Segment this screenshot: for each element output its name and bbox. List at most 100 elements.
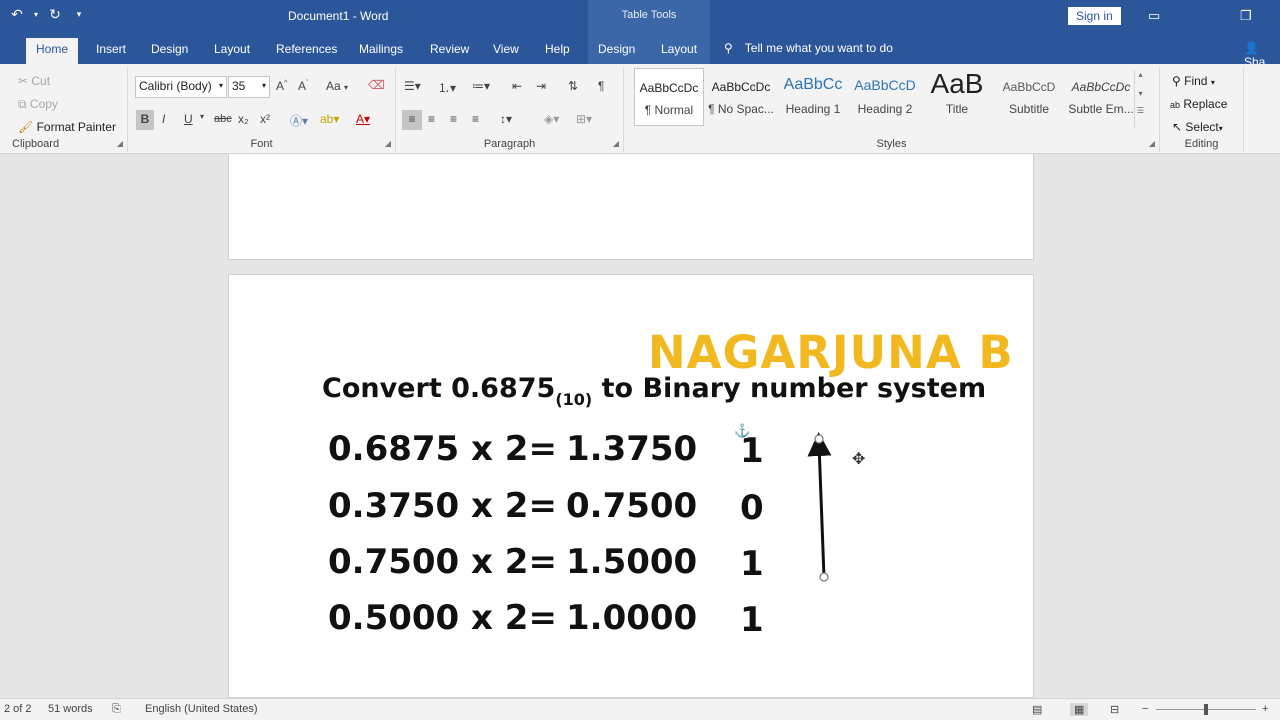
- decrease-indent-icon[interactable]: ⇤: [512, 79, 522, 93]
- heading-text-post: to Binary number system: [592, 373, 987, 404]
- arrow-line[interactable]: [807, 432, 832, 578]
- more-styles-icon[interactable]: ☰: [1135, 106, 1146, 115]
- align-center-icon[interactable]: ≡: [428, 112, 435, 126]
- font-launcher-icon[interactable]: ◢: [385, 139, 391, 148]
- find-button[interactable]: ⚲ Find ▾: [1172, 74, 1215, 88]
- style-subtitle[interactable]: AaBbCcD Subtitle: [994, 68, 1064, 126]
- shrink-font-icon[interactable]: Aˇ: [298, 79, 308, 93]
- align-left-icon[interactable]: ≡: [402, 110, 422, 130]
- tab-table-layout[interactable]: Layout: [661, 42, 697, 56]
- shading-icon[interactable]: ◈▾: [544, 112, 559, 126]
- tab-insert[interactable]: Insert: [96, 42, 126, 56]
- show-formatting-icon[interactable]: ¶: [598, 79, 604, 93]
- calc-row-4-result[interactable]: 1.0000: [566, 598, 697, 638]
- chevron-up-icon[interactable]: ▴: [1135, 70, 1146, 79]
- bullets-icon[interactable]: ☰▾: [404, 79, 421, 93]
- tab-design[interactable]: Design: [151, 42, 188, 56]
- tab-table-design[interactable]: Design: [598, 42, 635, 56]
- restore-window-icon[interactable]: ❐: [1240, 8, 1252, 24]
- tab-view[interactable]: View: [493, 42, 519, 56]
- highlight-icon[interactable]: ab▾: [320, 112, 339, 126]
- tab-help[interactable]: Help: [545, 42, 570, 56]
- tell-me-box[interactable]: ⚲ Tell me what you want to do: [724, 41, 893, 55]
- styles-launcher-icon[interactable]: ◢: [1149, 139, 1155, 148]
- language-indicator[interactable]: English (United States): [145, 703, 258, 715]
- superscript-button[interactable]: x²: [260, 112, 270, 126]
- style-heading-1[interactable]: AaBbCc Heading 1: [778, 68, 848, 126]
- zoom-out-icon[interactable]: −: [1142, 703, 1148, 715]
- clipboard-launcher-icon[interactable]: ◢: [117, 139, 123, 148]
- format-painter-button[interactable]: 🖌 Format Painter: [18, 120, 116, 134]
- style-subtle-emphasis[interactable]: AaBbCcDc Subtle Em...: [1066, 68, 1136, 126]
- underline-button[interactable]: U: [184, 112, 193, 126]
- calc-row-2-result[interactable]: 0.7500: [566, 486, 697, 526]
- document-heading[interactable]: Convert 0.6875(10) to Binary number syst…: [322, 373, 986, 409]
- styles-gallery-scroll[interactable]: ▴ ▾ ☰: [1134, 70, 1146, 128]
- zoom-slider-thumb[interactable]: [1204, 704, 1208, 715]
- tab-mailings[interactable]: Mailings: [359, 42, 403, 56]
- font-family-select[interactable]: Calibri (Body) ▾: [135, 76, 227, 98]
- clipboard-group-label: Clipboard: [12, 138, 60, 150]
- increase-indent-icon[interactable]: ⇥: [536, 79, 546, 93]
- ribbon-display-options-icon[interactable]: ▭: [1148, 8, 1160, 24]
- style-no-spacing[interactable]: AaBbCcDc ¶ No Spac...: [706, 68, 776, 126]
- multilevel-list-icon[interactable]: ≔▾: [472, 79, 490, 93]
- font-size-value: 35: [232, 79, 246, 93]
- read-mode-icon[interactable]: ▤: [1032, 703, 1042, 716]
- change-case-button[interactable]: Aa ▾: [326, 79, 348, 93]
- style-heading-2[interactable]: AaBbCcD Heading 2: [850, 68, 920, 126]
- calc-row-1-result[interactable]: 1.3750: [566, 429, 697, 469]
- copy-button[interactable]: ⧉ Copy: [18, 97, 58, 112]
- undo-icon[interactable]: ↶: [8, 6, 26, 23]
- font-size-select[interactable]: 35 ▾: [228, 76, 270, 98]
- proofing-icon[interactable]: ⎘: [112, 703, 121, 716]
- tab-references[interactable]: References: [276, 42, 337, 56]
- bold-button[interactable]: B: [136, 110, 154, 130]
- subscript-button[interactable]: x₂: [238, 112, 249, 126]
- tab-home[interactable]: Home: [26, 38, 79, 64]
- arrow-handle-start[interactable]: [814, 434, 824, 444]
- paragraph-launcher-icon[interactable]: ◢: [613, 139, 619, 148]
- borders-icon[interactable]: ⊞▾: [576, 112, 592, 126]
- replace-button[interactable]: ab Replace: [1170, 97, 1227, 111]
- calc-row-2-bit[interactable]: 0: [740, 488, 764, 528]
- status-bar: 2 of 2 51 words ⎘ English (United States…: [0, 698, 1280, 720]
- page-count[interactable]: 2 of 2: [4, 703, 32, 715]
- calc-row-2-expr[interactable]: 0.3750 x 2=: [328, 486, 557, 526]
- style-normal[interactable]: AaBbCcDc ¶ Normal: [634, 68, 704, 126]
- zoom-in-icon[interactable]: +: [1262, 703, 1268, 715]
- font-color-icon[interactable]: A▾: [356, 112, 370, 126]
- calc-row-1-expr[interactable]: 0.6875 x 2=: [328, 429, 557, 469]
- italic-button[interactable]: I: [162, 112, 165, 126]
- grow-font-icon[interactable]: A^: [276, 79, 287, 93]
- underline-dropdown-icon[interactable]: ▾: [200, 112, 204, 121]
- web-layout-icon[interactable]: ⊟: [1110, 703, 1119, 716]
- numbering-icon[interactable]: ⒈▾: [438, 79, 456, 96]
- clear-formatting-icon[interactable]: ⌫: [368, 78, 385, 92]
- cut-button[interactable]: ✂ Cut: [18, 74, 50, 88]
- customize-qat-icon[interactable]: ▾: [70, 9, 88, 20]
- sort-icon[interactable]: ⇅: [568, 79, 578, 93]
- arrow-handle-end[interactable]: [819, 572, 829, 582]
- print-layout-icon[interactable]: ▦: [1070, 703, 1089, 716]
- calc-row-4-bit[interactable]: 1: [740, 600, 764, 640]
- tab-layout[interactable]: Layout: [214, 42, 250, 56]
- text-effects-icon[interactable]: Ⓐ▾: [290, 112, 308, 129]
- tab-review[interactable]: Review: [430, 42, 469, 56]
- arrow-shape[interactable]: [800, 428, 840, 588]
- chevron-down-icon[interactable]: ▾: [1135, 89, 1146, 98]
- redo-icon[interactable]: ↻: [46, 6, 64, 23]
- calc-row-3-result[interactable]: 1.5000: [566, 542, 697, 582]
- undo-dropdown-icon[interactable]: ▾: [32, 10, 40, 19]
- align-right-icon[interactable]: ≡: [450, 112, 457, 126]
- sign-in-button[interactable]: Sign in: [1068, 7, 1121, 25]
- word-count[interactable]: 51 words: [48, 703, 93, 715]
- strikethrough-button[interactable]: abc: [214, 113, 232, 125]
- select-button[interactable]: ↖ Select▾: [1172, 120, 1223, 134]
- style-title[interactable]: AaB Title: [922, 68, 992, 126]
- calc-row-4-expr[interactable]: 0.5000 x 2=: [328, 598, 557, 638]
- line-spacing-icon[interactable]: ↕▾: [500, 112, 512, 126]
- calc-row-3-bit[interactable]: 1: [740, 544, 764, 584]
- justify-icon[interactable]: ≡: [472, 112, 479, 126]
- calc-row-3-expr[interactable]: 0.7500 x 2=: [328, 542, 557, 582]
